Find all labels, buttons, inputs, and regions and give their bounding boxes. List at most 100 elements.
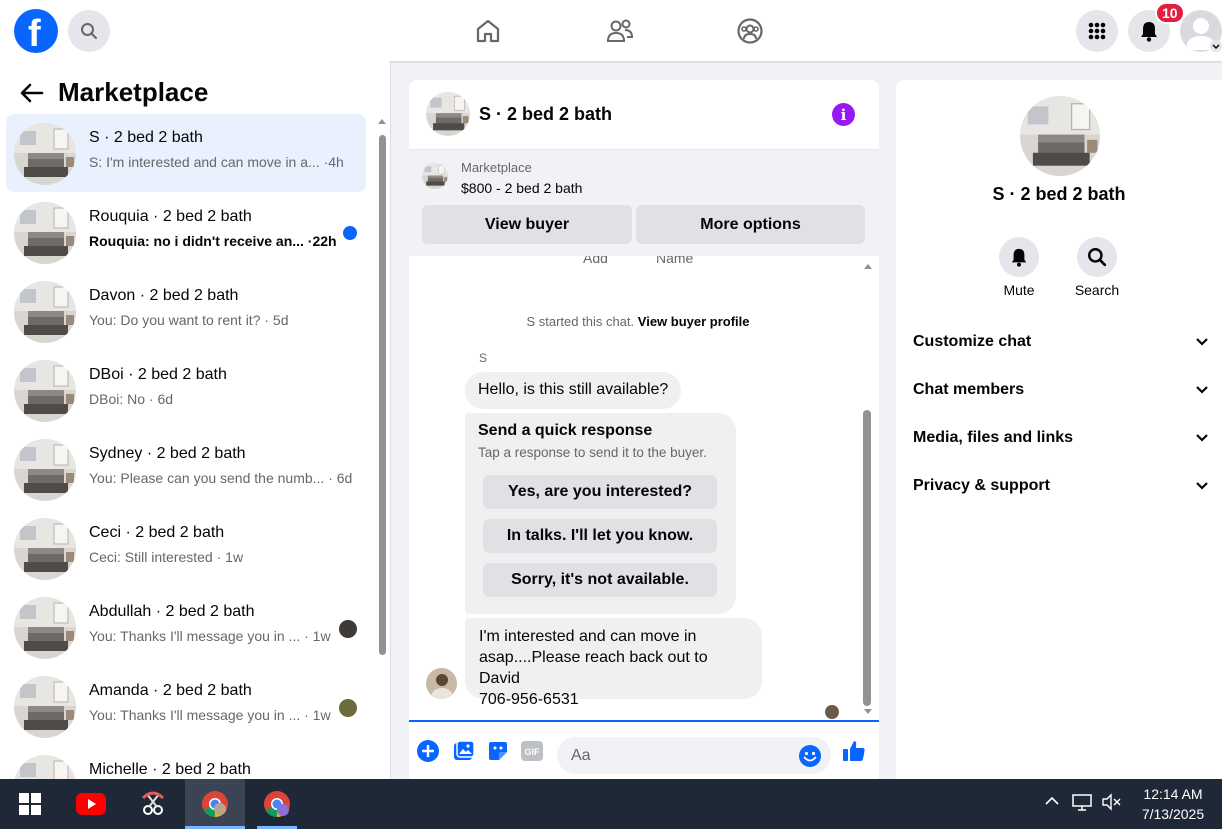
attach-photo-button[interactable] bbox=[453, 740, 475, 762]
listing-price[interactable]: $800 - 2 bed 2 bath bbox=[461, 180, 582, 196]
listing-thumbnail bbox=[14, 755, 76, 779]
message-input[interactable] bbox=[571, 737, 791, 774]
gif-button[interactable]: GIF bbox=[521, 740, 543, 762]
search-button[interactable] bbox=[68, 10, 110, 52]
network-icon[interactable] bbox=[1072, 793, 1092, 811]
chrome-taskbar-button[interactable] bbox=[247, 779, 307, 829]
friends-icon bbox=[606, 19, 634, 42]
conversation-item[interactable]: S · 2 bed 2 bath S: I'm interested and ca… bbox=[6, 114, 366, 192]
quick-response-in-talks-button[interactable]: In talks. I'll let you know. bbox=[483, 519, 717, 553]
listing-thumbnail bbox=[14, 360, 76, 422]
conversation-preview: You: Thanks I'll message you in ... · 1w bbox=[89, 707, 331, 723]
row-label: Chat members bbox=[913, 381, 1025, 398]
marketplace-sidebar: Marketplace S · 2 bed 2 bath S: I'm inter… bbox=[0, 61, 391, 779]
scroll-up-arrow-icon[interactable] bbox=[863, 262, 873, 270]
listing-thumbnail bbox=[14, 202, 76, 264]
scroll-down-arrow-icon[interactable] bbox=[863, 708, 873, 716]
message-bubble-incoming[interactable]: I'm interested and can move in asap....P… bbox=[465, 618, 762, 708]
bell-icon bbox=[1011, 248, 1027, 267]
sidebar-header: Marketplace bbox=[20, 77, 208, 108]
photo-icon bbox=[454, 740, 475, 760]
view-buyer-button[interactable]: View buyer bbox=[422, 205, 632, 244]
quick-response-yes-button[interactable]: Yes, are you interested? bbox=[483, 475, 717, 509]
start-button[interactable] bbox=[0, 779, 60, 829]
conversation-item[interactable]: DBoi · 2 bed 2 bath DBoi: No · 6d bbox=[6, 351, 366, 429]
row-label: Privacy & support bbox=[913, 477, 1050, 494]
chevron-up-icon[interactable] bbox=[1044, 793, 1060, 809]
info-avatar[interactable] bbox=[1020, 96, 1100, 176]
listing-thumbnail bbox=[14, 597, 76, 659]
chrome-taskbar-button-active[interactable] bbox=[185, 779, 245, 829]
quick-response-not-available-button[interactable]: Sorry, it's not available. bbox=[483, 563, 717, 597]
conversation-item[interactable]: Sydney · 2 bed 2 bath You: Please can you… bbox=[6, 430, 366, 508]
faded-label-name: Name bbox=[656, 256, 694, 266]
mute-button[interactable] bbox=[999, 237, 1039, 277]
sender-avatar[interactable] bbox=[426, 668, 457, 699]
clock-time: 12:14 AM bbox=[1143, 786, 1203, 802]
more-options-button[interactable]: More options bbox=[636, 205, 865, 244]
notifications-badge: 10 bbox=[1155, 2, 1185, 24]
privacy-support-row[interactable]: Privacy & support bbox=[913, 466, 1209, 506]
info-icon[interactable]: i bbox=[832, 103, 855, 126]
message-bubble-incoming[interactable]: Hello, is this still available? bbox=[465, 372, 682, 409]
customize-chat-row[interactable]: Customize chat bbox=[913, 322, 1209, 362]
volume-muted-icon[interactable] bbox=[1101, 793, 1121, 811]
listing-thumbnail bbox=[14, 281, 76, 343]
youtube-icon bbox=[76, 793, 106, 815]
chat-started-notice: S started this chat. View buyer profile bbox=[409, 314, 867, 329]
conversation-item[interactable]: Ceci · 2 bed 2 bath Ceci: Still intereste… bbox=[6, 509, 366, 587]
conversation-item[interactable]: Abdullah · 2 bed 2 bath You: Thanks I'll … bbox=[6, 588, 366, 666]
media-files-links-row[interactable]: Media, files and links bbox=[913, 418, 1209, 458]
chat-members-row[interactable]: Chat members bbox=[913, 370, 1209, 410]
quick-response-title: Send a quick response bbox=[478, 422, 653, 439]
chat-scroll-thumb[interactable] bbox=[863, 410, 871, 706]
snipping-tool-taskbar-button[interactable] bbox=[123, 779, 183, 829]
chevron-down-icon[interactable] bbox=[1210, 40, 1222, 52]
conversation-item[interactable]: Rouquia · 2 bed 2 bath Rouquia: no i didn… bbox=[6, 193, 366, 271]
sidebar-scroll-thumb[interactable] bbox=[379, 135, 386, 655]
message-input-container bbox=[557, 737, 831, 774]
friends-nav-button[interactable] bbox=[603, 14, 637, 48]
facebook-logo-icon[interactable]: f bbox=[14, 9, 58, 55]
listing-thumbnail[interactable] bbox=[422, 163, 448, 189]
chat-title[interactable]: S · 2 bed 2 bath bbox=[479, 104, 612, 125]
youtube-taskbar-button[interactable] bbox=[61, 779, 121, 829]
sender-name: S bbox=[479, 351, 488, 365]
more-actions-button[interactable] bbox=[417, 740, 439, 762]
like-button[interactable] bbox=[841, 738, 867, 764]
scroll-up-arrow-icon[interactable] bbox=[377, 117, 387, 125]
faded-label-add: Add bbox=[583, 256, 608, 266]
listing-summary: Marketplace $800 - 2 bed 2 bath View buy… bbox=[409, 150, 879, 256]
snipping-tool-icon bbox=[141, 791, 165, 815]
message-thread: Add Name S started this chat. View buyer… bbox=[409, 256, 879, 722]
system-clock[interactable]: 12:14 AM 7/13/2025 bbox=[1128, 784, 1218, 824]
seen-avatar bbox=[339, 620, 357, 638]
search-action[interactable]: Search bbox=[1067, 237, 1127, 298]
conversation-item[interactable]: Amanda · 2 bed 2 bath You: Thanks I'll me… bbox=[6, 667, 366, 745]
conversation-preview: You: Thanks I'll message you in ... · 1w bbox=[89, 628, 331, 644]
sticker-icon bbox=[489, 742, 507, 760]
message-line: asap....Please reach back out to David bbox=[479, 649, 708, 687]
view-buyer-profile-link[interactable]: View buyer profile bbox=[638, 314, 750, 329]
back-arrow-icon[interactable] bbox=[20, 83, 44, 103]
conversation-name: Sydney · 2 bed 2 bath bbox=[89, 445, 246, 462]
sticker-button[interactable] bbox=[487, 740, 509, 762]
conversation-item[interactable]: Davon · 2 bed 2 bath You: Do you want to … bbox=[6, 272, 366, 350]
chrome-icon bbox=[202, 791, 228, 818]
groups-nav-button[interactable] bbox=[733, 14, 767, 48]
conversation-name: Abdullah · 2 bed 2 bath bbox=[89, 603, 255, 620]
menu-button[interactable] bbox=[1076, 10, 1118, 52]
emoji-icon[interactable] bbox=[799, 745, 821, 767]
conversation-name: Michelle · 2 bed 2 bath bbox=[89, 761, 251, 778]
home-nav-button[interactable] bbox=[471, 14, 505, 48]
conversation-preview: DBoi: No · 6d bbox=[89, 391, 174, 407]
conversation-name: DBoi · 2 bed 2 bath bbox=[89, 366, 227, 383]
listing-thumbnail bbox=[14, 123, 76, 185]
conversation-item[interactable]: Michelle · 2 bed 2 bath bbox=[6, 746, 366, 779]
search-in-chat-button[interactable] bbox=[1077, 237, 1117, 277]
chat-avatar[interactable] bbox=[426, 92, 470, 136]
top-navigation-bar: f 10 bbox=[0, 0, 1222, 61]
home-icon bbox=[476, 19, 500, 43]
conversation-preview: You: Do you want to rent it? · 5d bbox=[89, 312, 289, 328]
mute-action[interactable]: Mute bbox=[989, 237, 1049, 298]
